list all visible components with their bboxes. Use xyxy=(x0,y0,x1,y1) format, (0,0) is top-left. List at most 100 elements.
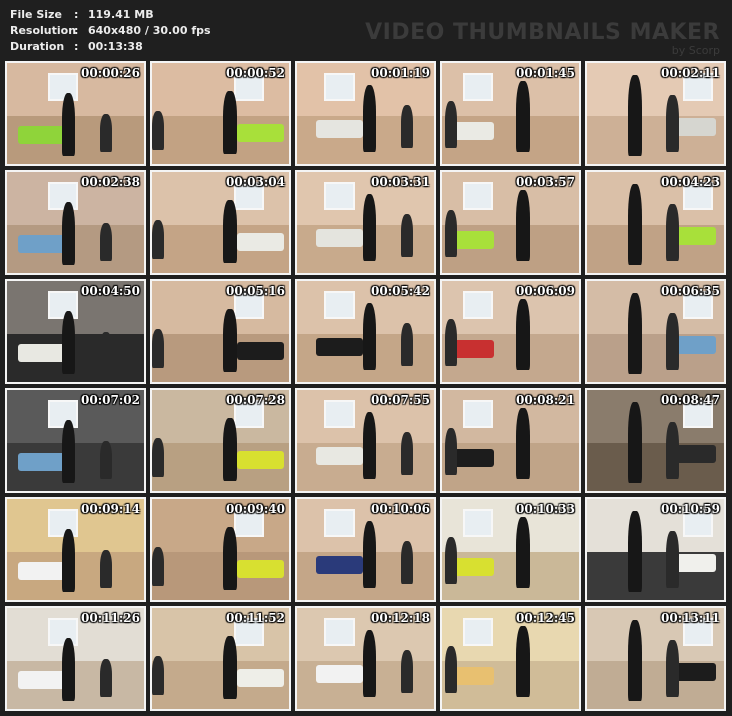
scene-person xyxy=(401,650,414,693)
video-thumbnail[interactable]: 00:10:33 xyxy=(440,497,581,602)
thumbnail-timestamp: 00:10:06 xyxy=(371,502,430,516)
scene-person xyxy=(100,113,113,152)
video-thumbnail[interactable]: 00:03:31 xyxy=(295,170,436,275)
scene-window xyxy=(324,182,355,211)
video-thumbnail[interactable]: 00:02:11 xyxy=(585,61,726,166)
scene-person xyxy=(401,432,414,475)
video-thumbnail[interactable]: 00:12:45 xyxy=(440,606,581,711)
scene-person xyxy=(401,105,414,148)
scene-person xyxy=(152,656,165,695)
scene-window xyxy=(48,291,79,320)
video-thumbnail[interactable]: 00:07:02 xyxy=(5,388,146,493)
video-thumbnail[interactable]: 00:06:35 xyxy=(585,279,726,384)
video-thumbnail[interactable]: 00:11:52 xyxy=(150,606,291,711)
video-thumbnail[interactable]: 00:06:09 xyxy=(440,279,581,384)
video-thumbnail[interactable]: 00:05:42 xyxy=(295,279,436,384)
scene-window xyxy=(324,73,355,102)
scene-person xyxy=(61,529,76,592)
scene-window xyxy=(462,618,493,647)
thumbnail-timestamp: 00:04:23 xyxy=(661,175,720,189)
scene-object xyxy=(316,228,363,247)
scene-window xyxy=(462,182,493,211)
scene-person xyxy=(666,640,679,697)
video-thumbnail[interactable]: 00:04:50 xyxy=(5,279,146,384)
video-thumbnail[interactable]: 00:08:47 xyxy=(585,388,726,493)
video-thumbnail[interactable]: 00:00:52 xyxy=(150,61,291,166)
video-thumbnail[interactable]: 00:03:04 xyxy=(150,170,291,275)
video-thumbnail[interactable]: 00:11:26 xyxy=(5,606,146,711)
scene-person xyxy=(100,222,113,261)
thumbnail-timestamp: 00:03:57 xyxy=(516,175,575,189)
video-thumbnail[interactable]: 00:13:11 xyxy=(585,606,726,711)
video-thumbnail[interactable]: 00:10:06 xyxy=(295,497,436,602)
thumbnail-timestamp: 00:08:47 xyxy=(661,393,720,407)
scene-person xyxy=(666,422,679,479)
video-thumbnail[interactable]: 00:01:19 xyxy=(295,61,436,166)
file-size-value: 119.41 MB xyxy=(88,8,154,21)
scene-object xyxy=(236,341,284,360)
scene-person xyxy=(61,93,76,156)
watermark-title: VIDEO THUMBNAILS MAKER xyxy=(365,20,720,45)
resolution-value: 640x480 / 30.00 fps xyxy=(88,24,211,37)
scene-person xyxy=(223,200,237,263)
thumbnail-timestamp: 00:04:50 xyxy=(81,284,140,298)
thumbnail-timestamp: 00:09:14 xyxy=(81,502,140,516)
scene-person xyxy=(666,95,679,152)
thumbnail-timestamp: 00:03:31 xyxy=(371,175,430,189)
separator: : xyxy=(74,24,79,37)
video-thumbnail[interactable]: 00:07:28 xyxy=(150,388,291,493)
scene-person xyxy=(100,331,113,370)
video-thumbnail[interactable]: 00:09:40 xyxy=(150,497,291,602)
scene-window xyxy=(48,618,79,647)
thumbnail-timestamp: 00:06:09 xyxy=(516,284,575,298)
thumbnail-timestamp: 00:08:21 xyxy=(516,393,575,407)
scene-person xyxy=(152,329,165,368)
header: File Size : 119.41 MB Resolution : 640x4… xyxy=(0,0,732,60)
scene-person xyxy=(666,313,679,370)
video-thumbnail[interactable]: 00:10:59 xyxy=(585,497,726,602)
thumbnail-timestamp: 00:12:18 xyxy=(371,611,430,625)
resolution-row: Resolution : 640x480 / 30.00 fps xyxy=(10,23,211,39)
separator: : xyxy=(74,8,79,21)
video-thumbnail[interactable]: 00:12:18 xyxy=(295,606,436,711)
video-thumbnail[interactable]: 00:02:38 xyxy=(5,170,146,275)
scene-window xyxy=(462,73,493,102)
scene-person xyxy=(444,319,458,366)
scene-person xyxy=(362,85,377,152)
scene-person xyxy=(666,531,679,588)
video-thumbnail[interactable]: 00:03:57 xyxy=(440,170,581,275)
scene-person xyxy=(362,303,377,370)
scene-person xyxy=(152,438,165,477)
duration-value: 00:13:38 xyxy=(88,40,143,53)
scene-person xyxy=(152,220,165,259)
thumbnail-timestamp: 00:12:45 xyxy=(516,611,575,625)
scene-person xyxy=(223,309,237,372)
scene-person xyxy=(152,111,165,150)
scene-person xyxy=(362,630,377,697)
scene-person xyxy=(152,547,165,586)
thumbnail-timestamp: 00:13:11 xyxy=(661,611,720,625)
scene-object xyxy=(17,343,65,362)
video-thumbnail[interactable]: 00:09:14 xyxy=(5,497,146,602)
video-thumbnail[interactable]: 00:07:55 xyxy=(295,388,436,493)
video-thumbnail[interactable]: 00:04:23 xyxy=(585,170,726,275)
thumbnail-timestamp: 00:07:02 xyxy=(81,393,140,407)
scene-object xyxy=(236,123,284,142)
video-thumbnail[interactable]: 00:01:45 xyxy=(440,61,581,166)
video-thumbnail[interactable]: 00:05:16 xyxy=(150,279,291,384)
scene-object xyxy=(316,555,363,574)
scene-person xyxy=(223,527,237,590)
scene-person xyxy=(401,323,414,366)
scene-person xyxy=(61,638,76,701)
scene-person xyxy=(61,420,76,483)
scene-person xyxy=(362,194,377,261)
video-thumbnail[interactable]: 00:08:21 xyxy=(440,388,581,493)
scene-person xyxy=(223,636,237,699)
scene-object xyxy=(17,234,65,253)
video-thumbnail[interactable]: 00:00:26 xyxy=(5,61,146,166)
scene-person xyxy=(515,517,530,588)
scene-object xyxy=(17,561,65,580)
thumbnail-timestamp: 00:02:11 xyxy=(661,66,720,80)
scene-person xyxy=(628,293,642,374)
scene-window xyxy=(462,291,493,320)
